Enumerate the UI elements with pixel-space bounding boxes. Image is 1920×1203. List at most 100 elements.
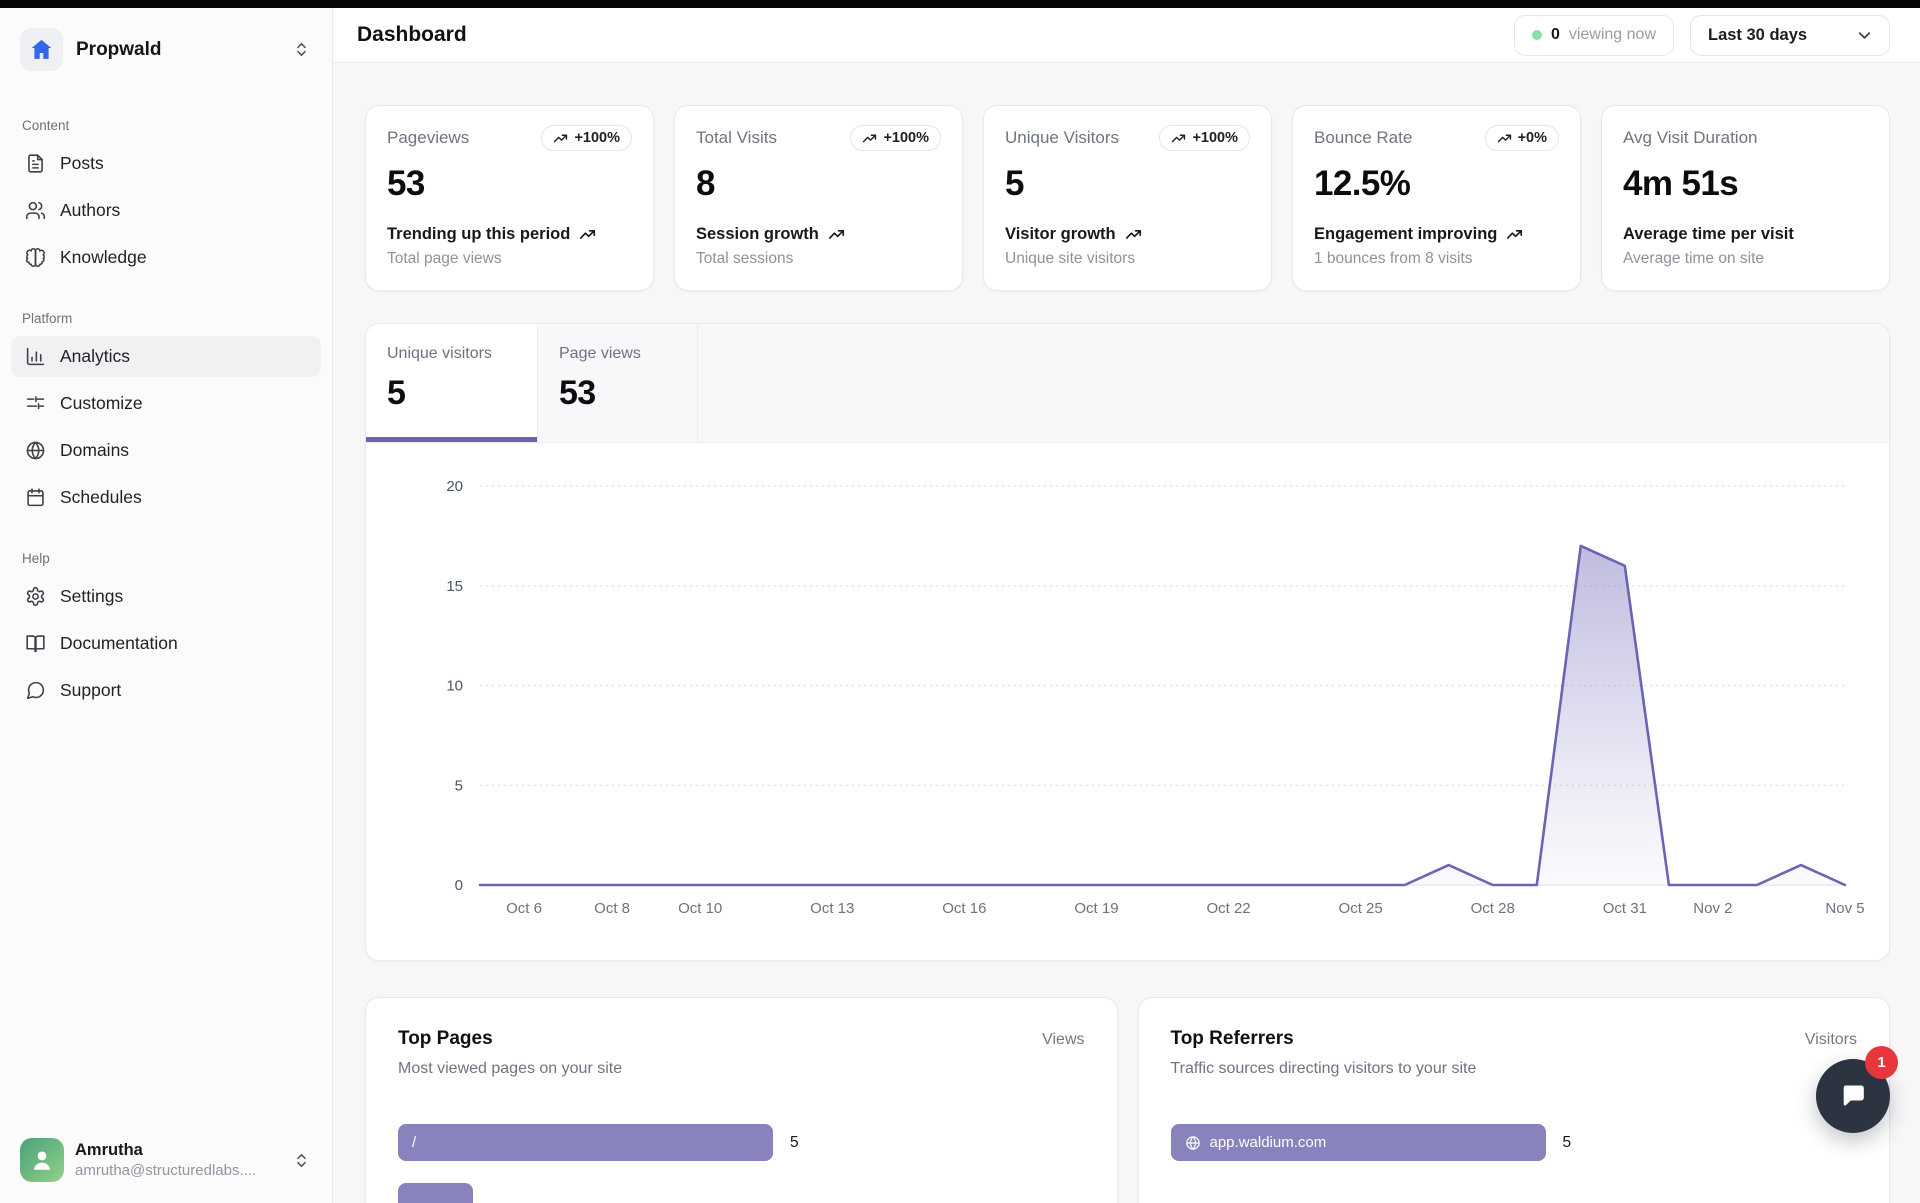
sidebar-item-domains[interactable]: Domains <box>11 430 321 471</box>
y-tick-label: 5 <box>455 777 463 794</box>
workspace-switcher[interactable]: Propwald <box>0 28 332 71</box>
user-menu[interactable]: Amrutha amrutha@structuredlabs.... <box>0 1138 332 1182</box>
globe-icon <box>25 440 46 461</box>
bar-chart-icon <box>25 346 46 367</box>
chat-launcher-button[interactable]: 1 <box>1816 1059 1890 1133</box>
sidebar-item-settings[interactable]: Settings <box>11 576 321 617</box>
user-name: Amrutha <box>75 1141 280 1160</box>
bar-row: /5 <box>398 1124 1085 1161</box>
sliders-icon <box>25 393 46 414</box>
stat-value: 5 <box>1005 164 1250 204</box>
sidebar-item-schedules[interactable]: Schedules <box>11 477 321 518</box>
date-range-value: Last 30 days <box>1708 26 1807 45</box>
stat-card-top: Pageviews +100% <box>387 125 632 156</box>
sidebar-section-label: Platform <box>11 311 321 326</box>
tab-unique-visitors[interactable]: Unique visitors5 <box>366 324 538 442</box>
bar-label: app.waldium.com <box>1210 1134 1327 1151</box>
user-meta: Amrutha amrutha@structuredlabs.... <box>75 1141 280 1179</box>
sidebar-item-label: Support <box>60 680 121 701</box>
unread-count-badge: 1 <box>1865 1046 1898 1079</box>
bar-value: 5 <box>790 1134 799 1152</box>
sidebar-item-label: Authors <box>60 200 120 221</box>
tab-value: 5 <box>387 374 537 413</box>
sidebar-item-label: Schedules <box>60 487 142 508</box>
stat-sub: Unique site visitors <box>1005 250 1250 268</box>
stat-card-pageviews: Pageviews +100% 53 Trending up this period T… <box>365 105 654 291</box>
chevrons-up-down-icon[interactable] <box>291 39 312 60</box>
workspace-name: Propwald <box>76 39 278 61</box>
calendar-icon <box>25 487 46 508</box>
tab-page-views[interactable]: Page views 53 <box>538 324 698 442</box>
live-dot-icon <box>1532 30 1542 40</box>
bar-partial <box>398 1183 473 1203</box>
sidebar-section-label: Content <box>11 118 321 133</box>
bar: / <box>398 1124 773 1161</box>
card-subtitle: Traffic sources directing visitors to yo… <box>1171 1060 1858 1078</box>
x-tick-label: Oct 28 <box>1471 900 1515 917</box>
globe-icon <box>1185 1135 1201 1151</box>
trend-badge-value: +100% <box>574 130 620 146</box>
tab-value: 53 <box>559 374 697 413</box>
stat-card-total-visits: Total Visits+100%8Session growthTotal se… <box>674 105 963 291</box>
sidebar-item-label: Domains <box>60 440 129 461</box>
sidebar-item-label: Posts <box>60 153 104 174</box>
sidebar-item-support[interactable]: Support <box>11 670 321 711</box>
tab-label: Page views <box>559 345 697 363</box>
trend-badge: +100% <box>1159 125 1250 151</box>
stat-label: Pageviews <box>387 125 469 148</box>
speech-bubble-icon <box>1835 1078 1871 1114</box>
stat-value: 53 <box>387 164 632 204</box>
stat-sub: 1 bounces from 8 visits <box>1314 250 1559 268</box>
stat-card-avg-visit-duration: Avg Visit Duration4m 51sAverage time per… <box>1601 105 1890 291</box>
sidebar-item-authors[interactable]: Authors <box>11 190 321 231</box>
x-tick-label: Oct 31 <box>1603 900 1647 917</box>
top-pages-card: Top Pages Views Most viewed pages on you… <box>365 997 1118 1203</box>
trending-up-icon <box>1506 226 1523 243</box>
person-icon <box>29 1147 55 1173</box>
bar-row-partial <box>398 1183 1085 1203</box>
stat-label: Total Visits <box>696 125 777 148</box>
viewing-count: 0 <box>1551 26 1560 44</box>
sidebar-item-label: Customize <box>60 393 143 414</box>
stat-sub: Total page views <box>387 250 632 268</box>
stat-label: Avg Visit Duration <box>1623 125 1758 148</box>
bar: app.waldium.com <box>1171 1124 1546 1161</box>
x-tick-label: Oct 16 <box>942 900 986 917</box>
page-title: Dashboard <box>357 23 1498 47</box>
area-chart: 20151050Oct 6Oct 8Oct 10Oct 13Oct 16Oct … <box>366 443 1886 960</box>
stat-footer: Session growth <box>696 225 941 244</box>
sidebar-section: Help Settings Documentation Support <box>11 551 321 711</box>
x-tick-label: Oct 19 <box>1074 900 1118 917</box>
sidebar-item-label: Documentation <box>60 633 178 654</box>
trending-up-icon <box>862 131 877 146</box>
trending-up-icon <box>1497 131 1512 146</box>
stat-card-top: Avg Visit Duration <box>1623 125 1868 156</box>
card-column-label: Views <box>1042 1031 1084 1049</box>
top-referrers-card: Top Referrers Visitors Traffic sources d… <box>1138 997 1891 1203</box>
bar-value: 5 <box>1563 1134 1572 1152</box>
main-area: Dashboard 0 viewing now Last 30 days Pag… <box>333 8 1920 1203</box>
y-tick-label: 20 <box>446 478 463 495</box>
stat-card-top: Bounce Rate +0% <box>1314 125 1559 156</box>
stat-footer: Trending up this period <box>387 225 632 244</box>
stat-sub: Total sessions <box>696 250 941 268</box>
trending-up-icon <box>553 131 568 146</box>
chevrons-up-down-icon[interactable] <box>291 1150 312 1171</box>
sidebar-item-customize[interactable]: Customize <box>11 383 321 424</box>
date-range-select[interactable]: Last 30 days <box>1690 15 1890 56</box>
sidebar-item-documentation[interactable]: Documentation <box>11 623 321 664</box>
trending-up-icon <box>579 226 596 243</box>
stats-row: Pageviews +100% 53 Trending up this period T… <box>365 105 1890 291</box>
sidebar-item-posts[interactable]: Posts <box>11 143 321 184</box>
stat-card-top: Total Visits+100% <box>696 125 941 156</box>
stat-footer-text: Engagement improving <box>1314 225 1497 244</box>
sidebar-item-knowledge[interactable]: Knowledge <box>11 237 321 278</box>
sidebar: Propwald Content Posts Authors Knowledge Pla… <box>0 8 333 1203</box>
sidebar-item-analytics[interactable]: Analytics <box>11 336 321 377</box>
viewing-label: viewing now <box>1569 26 1656 44</box>
trend-badge-value: +0% <box>1518 130 1547 146</box>
stat-label: Bounce Rate <box>1314 125 1412 148</box>
sidebar-section-label: Help <box>11 551 321 566</box>
stat-footer-text: Average time per visit <box>1623 225 1794 244</box>
x-tick-label: Oct 13 <box>810 900 854 917</box>
